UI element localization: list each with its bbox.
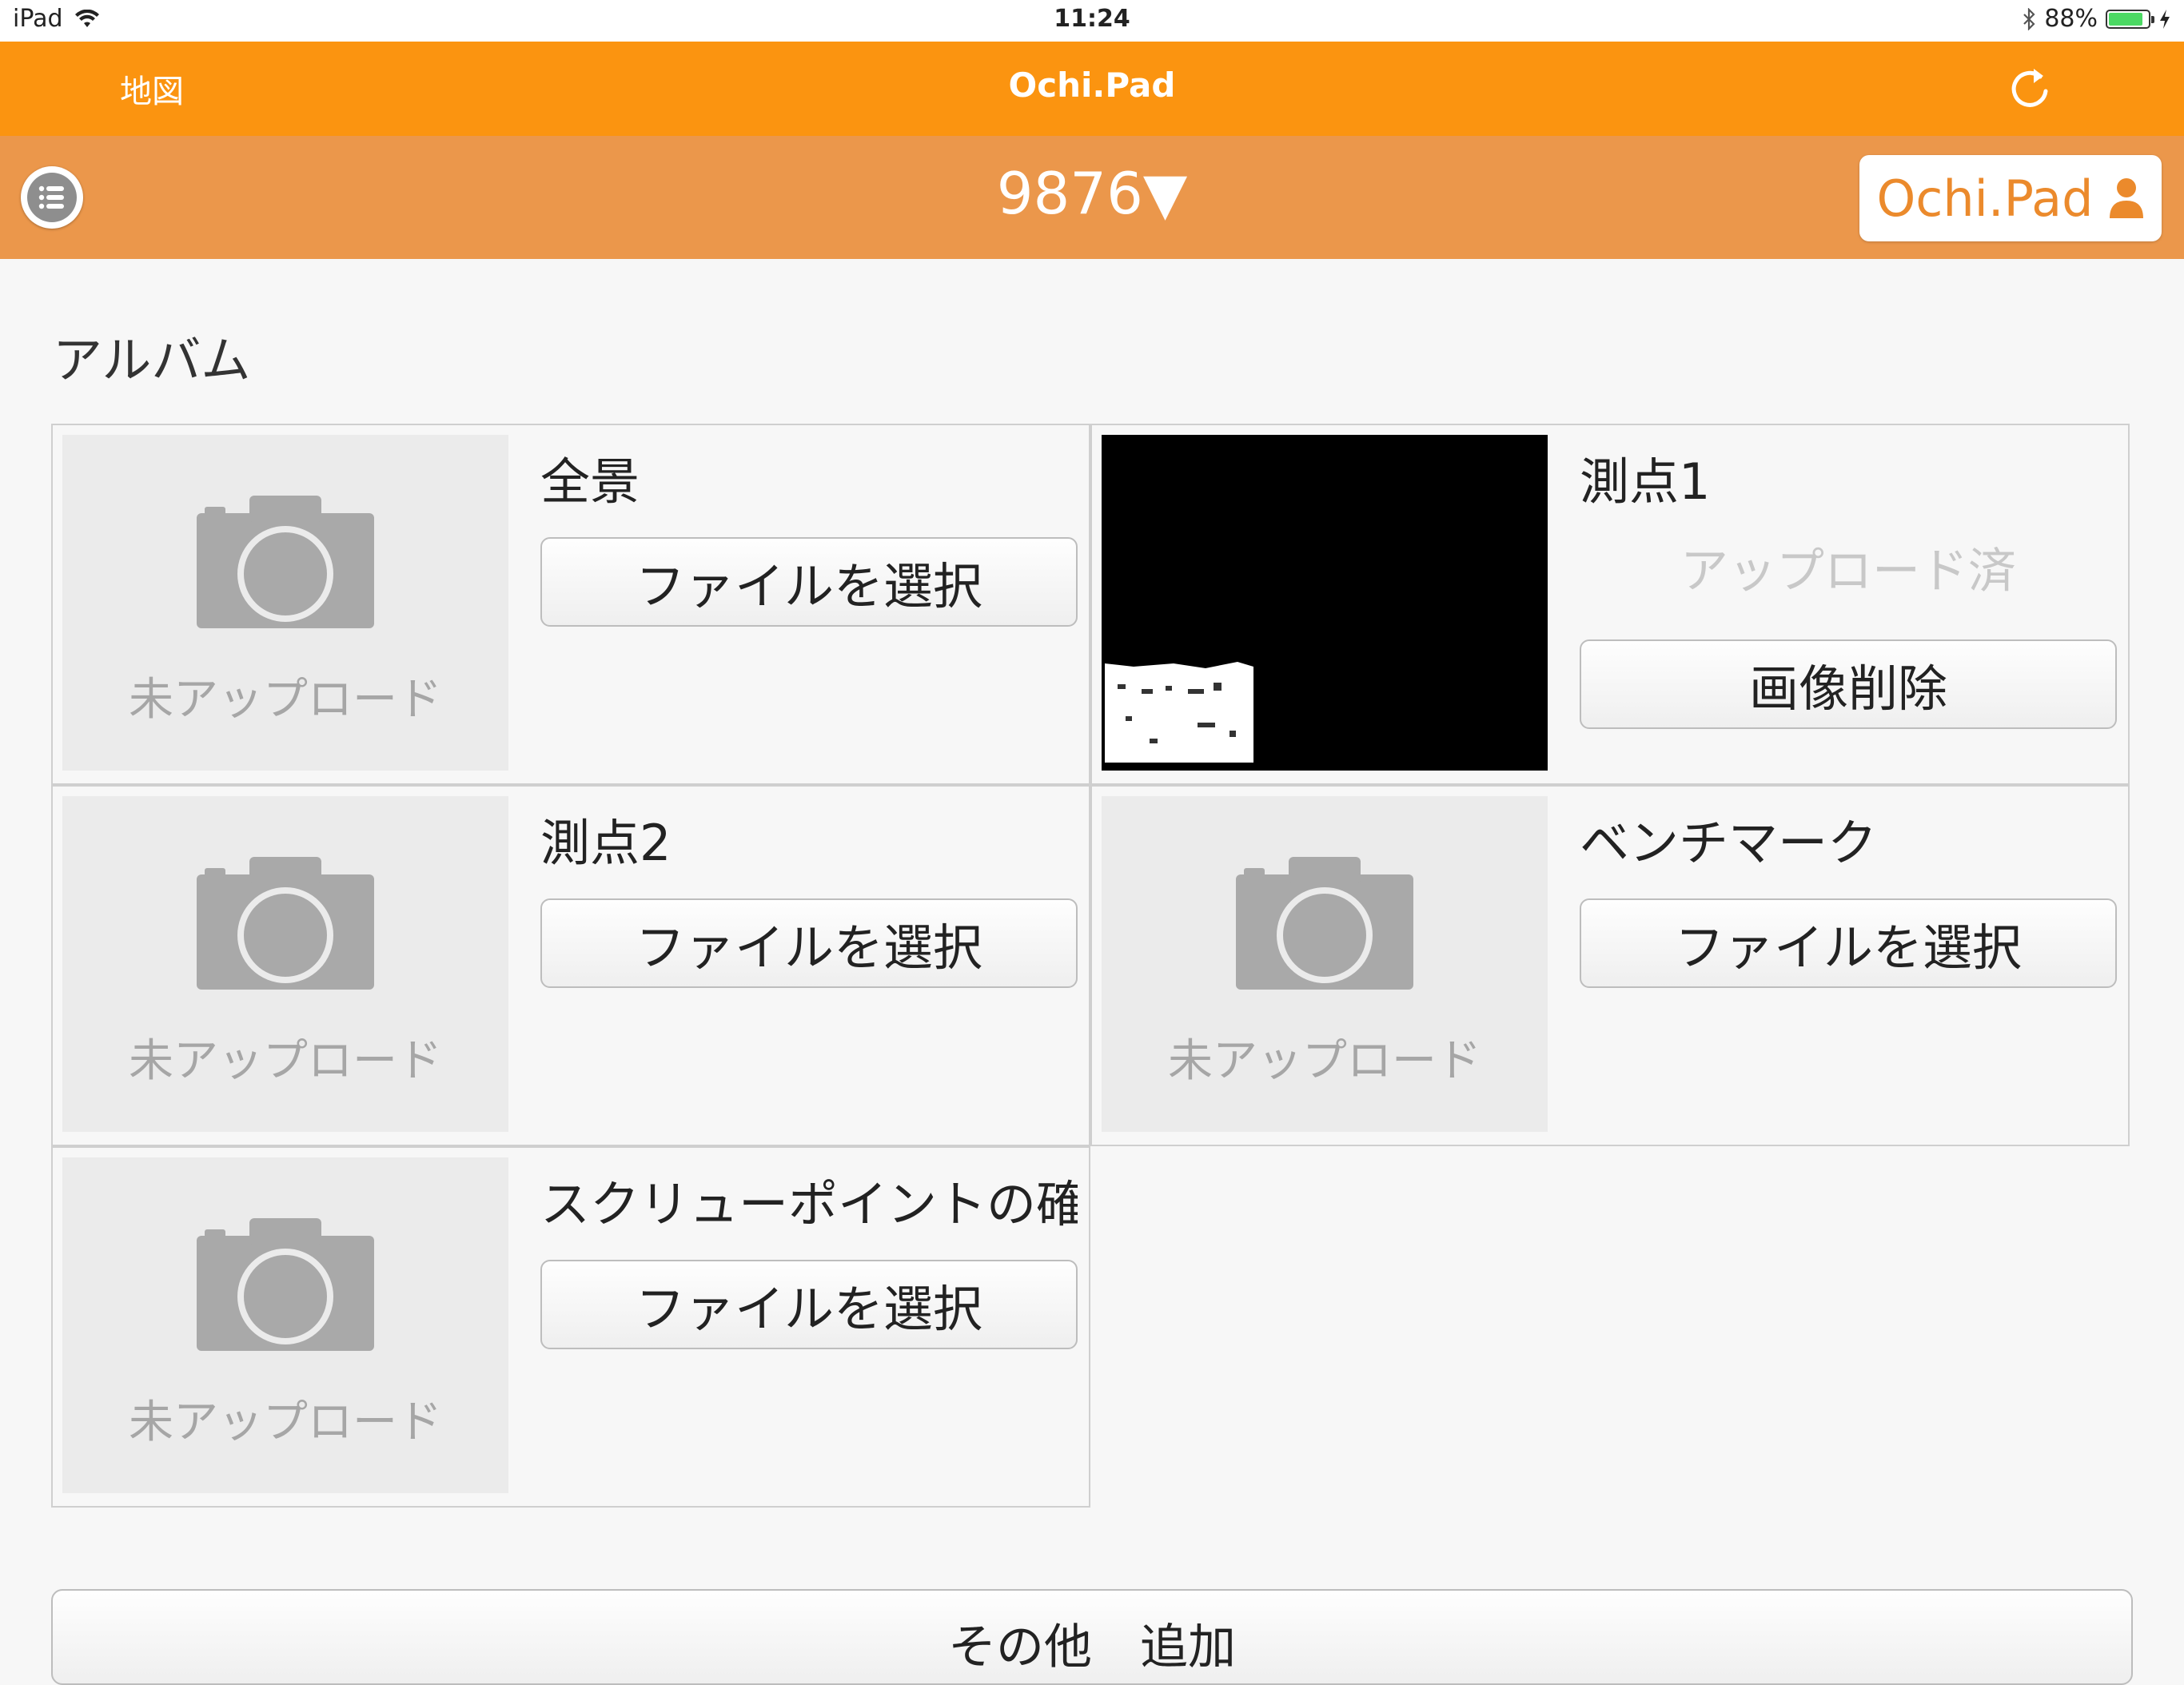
photo-placeholder[interactable]: 未アップロード — [62, 1157, 508, 1493]
uploaded-status: アップロード済 — [1680, 544, 2016, 600]
refresh-icon[interactable] — [2005, 64, 2054, 114]
camera-icon — [197, 1218, 374, 1351]
uploaded-photo[interactable] — [1102, 435, 1548, 771]
not-uploaded-label: 未アップロード — [129, 674, 442, 726]
battery-percent: 88% — [2044, 5, 2098, 33]
not-uploaded-label: 未アップロード — [129, 1396, 442, 1448]
photo-placeholder[interactable]: 未アップロード — [1102, 796, 1548, 1132]
select-file-button[interactable]: ファイルを選択 — [540, 898, 1078, 988]
photo-placeholder[interactable]: 未アップロード — [62, 796, 508, 1132]
user-button-label: Ochi.Pad — [1876, 169, 2094, 228]
status-right: 88% — [2022, 5, 2171, 33]
battery-tip — [2151, 15, 2154, 23]
status-bar: iPad 11:24 88% — [0, 0, 2184, 42]
app-title: Ochi.Pad — [1008, 66, 1176, 105]
battery-icon — [2106, 9, 2154, 29]
album-item: 測点1 アップロード済 画像削除 — [1090, 424, 2130, 785]
nav-bar: 地図 Ochi.Pad — [0, 42, 2184, 136]
item-title: ベンチマーク — [1580, 814, 1878, 872]
camera-icon — [197, 496, 374, 628]
project-selector[interactable]: 9876▼ — [0, 160, 2184, 227]
sub-bar: 9876▼ Ochi.Pad — [0, 136, 2184, 259]
album-item: 未アップロード 測点2 ファイルを選択 — [51, 785, 1090, 1146]
status-time: 11:24 — [1054, 5, 1130, 33]
album-item: 未アップロード 全景 ファイルを選択 — [51, 424, 1090, 785]
select-file-button[interactable]: ファイルを選択 — [540, 1260, 1078, 1349]
select-file-button[interactable]: ファイルを選択 — [1580, 898, 2117, 988]
bluetooth-icon — [2023, 7, 2035, 30]
charging-icon — [2160, 9, 2170, 29]
user-button[interactable]: Ochi.Pad — [1859, 155, 2162, 241]
user-icon — [2109, 178, 2143, 218]
add-other-button[interactable]: その他 追加 — [51, 1589, 2133, 1685]
item-title: 全景 — [540, 452, 640, 511]
select-file-button[interactable]: ファイルを選択 — [540, 537, 1078, 627]
not-uploaded-label: 未アップロード — [129, 1035, 442, 1087]
item-title: 測点1 — [1580, 452, 1711, 511]
battery-fill — [2109, 12, 2142, 26]
photo-image — [1102, 435, 1548, 771]
item-title: スクリューポイントの確 — [540, 1175, 1078, 1233]
not-uploaded-label: 未アップロード — [1168, 1035, 1481, 1087]
camera-icon — [197, 857, 374, 990]
item-title: 測点2 — [540, 814, 672, 872]
delete-image-button[interactable]: 画像削除 — [1580, 639, 2117, 729]
photo-placeholder[interactable]: 未アップロード — [62, 435, 508, 771]
camera-icon — [1236, 857, 1413, 990]
album-item: 未アップロード スクリューポイントの確 ファイルを選択 — [51, 1146, 1090, 1508]
album-title: アルバム — [53, 331, 251, 389]
album-item: 未アップロード ベンチマーク ファイルを選択 — [1090, 785, 2130, 1146]
